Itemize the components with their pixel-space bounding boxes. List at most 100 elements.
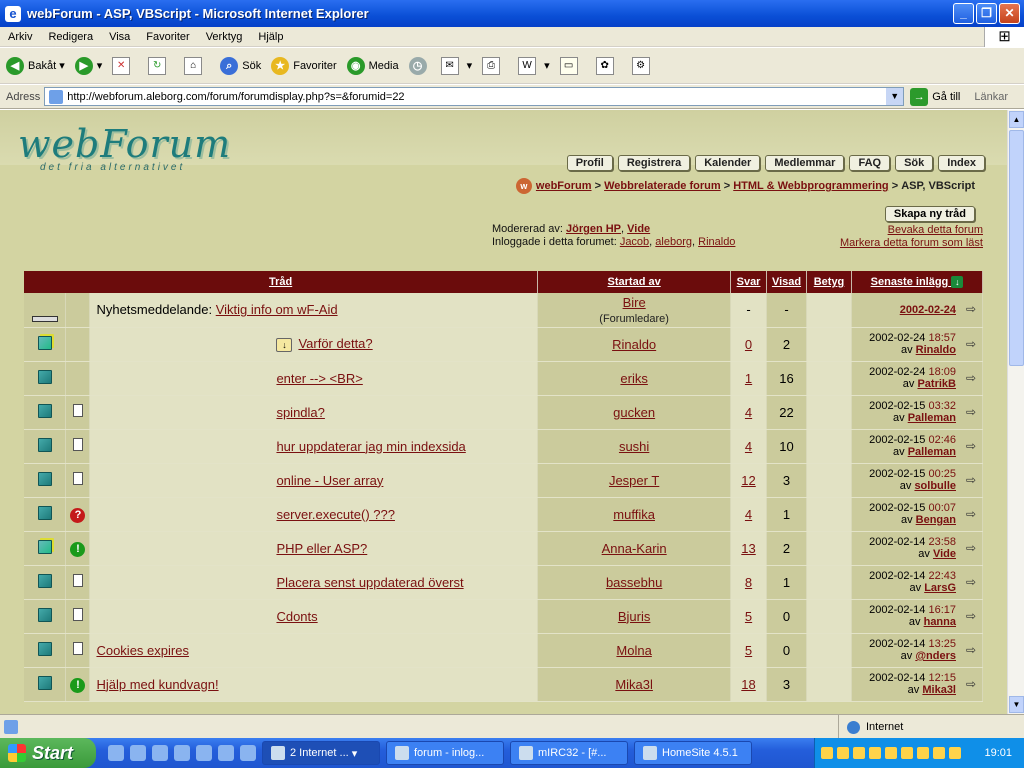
edit-button[interactable]: W ▾ xyxy=(518,56,550,75)
goto-last-icon[interactable]: ⇨ xyxy=(966,610,976,622)
task-mirc[interactable]: mIRC32 - [#... xyxy=(510,741,628,765)
tray-icon[interactable] xyxy=(917,747,929,759)
menu-redigera[interactable]: Redigera xyxy=(40,31,101,43)
header-thread[interactable]: Tråd xyxy=(24,271,539,293)
nav-index[interactable]: Index xyxy=(938,155,985,171)
header-started-by[interactable]: Startad av xyxy=(537,271,732,293)
thread-replies[interactable]: 4 xyxy=(745,439,752,454)
thread-author[interactable]: Jesper T xyxy=(609,473,659,488)
media-button[interactable]: ◉ Media xyxy=(346,56,399,75)
app3-quicklaunch-icon[interactable] xyxy=(218,745,234,761)
thread-replies[interactable]: 5 xyxy=(745,643,752,658)
thread-replies[interactable]: 0 xyxy=(745,337,752,352)
thread-author[interactable]: Anna-Karin xyxy=(602,541,667,556)
goto-last-icon[interactable]: ⇨ xyxy=(966,508,976,520)
thread-title[interactable]: Cdonts xyxy=(276,609,317,624)
nav-kalender[interactable]: Kalender xyxy=(695,155,761,171)
thread-author[interactable]: eriks xyxy=(620,371,647,386)
thread-author[interactable]: Rinaldo xyxy=(612,337,656,352)
minimize-button[interactable]: _ xyxy=(953,3,974,24)
last-post-author[interactable]: solbulle xyxy=(914,480,956,492)
goto-last-icon[interactable]: ⇨ xyxy=(966,440,976,452)
moderator-link[interactable]: Jörgen HP xyxy=(566,223,621,235)
app2-quicklaunch-icon[interactable] xyxy=(196,745,212,761)
moderator-link[interactable]: Vide xyxy=(627,223,650,235)
nav-faq[interactable]: FAQ xyxy=(849,155,891,171)
last-post-author[interactable]: LarsG xyxy=(924,582,956,594)
task-homesite[interactable]: HomeSite 4.5.1 xyxy=(634,741,752,765)
thread-replies[interactable]: 4 xyxy=(745,507,752,522)
tray-icon[interactable] xyxy=(885,747,897,759)
menu-verktyg[interactable]: Verktyg xyxy=(198,31,251,43)
online-user-link[interactable]: Jacob xyxy=(620,236,649,248)
last-post-author[interactable]: Vide xyxy=(933,548,956,560)
forward-button[interactable]: ▶ ▾ xyxy=(74,56,102,75)
app-quicklaunch-icon[interactable] xyxy=(174,745,190,761)
favorites-button[interactable]: ★ Favoriter xyxy=(271,56,337,75)
scroll-thumb[interactable] xyxy=(1009,130,1024,366)
last-post-author[interactable]: Palleman xyxy=(908,446,956,458)
last-post-author[interactable]: Bengan xyxy=(916,514,956,526)
new-thread-button[interactable]: Skapa ny tråd xyxy=(884,206,975,222)
thread-title[interactable]: server.execute() ??? xyxy=(276,507,395,522)
task-forum-login[interactable]: forum - inlog... xyxy=(386,741,504,765)
announcement-author[interactable]: Bire xyxy=(623,295,646,310)
goto-last-icon[interactable]: ⇨ xyxy=(966,644,976,656)
menu-favoriter[interactable]: Favoriter xyxy=(138,31,197,43)
menu-hjalp[interactable]: Hjälp xyxy=(250,31,291,43)
address-dropdown-icon[interactable]: ▼ xyxy=(886,88,904,105)
watch-forum-link[interactable]: Bevaka detta forum xyxy=(888,224,983,236)
mark-read-link[interactable]: Markera detta forum som läst xyxy=(840,237,983,249)
thread-author[interactable]: gucken xyxy=(613,405,655,420)
thread-replies[interactable]: 5 xyxy=(745,609,752,624)
thread-title[interactable]: spindla? xyxy=(276,405,324,420)
ie-quicklaunch-icon[interactable] xyxy=(108,745,124,761)
header-last-post[interactable]: Senaste inlägg ↓ xyxy=(851,271,983,293)
nav-sok[interactable]: Sök xyxy=(895,155,934,171)
goto-last-icon[interactable]: ⇨ xyxy=(966,474,976,486)
last-post-author[interactable]: Mika3l xyxy=(922,684,956,696)
home-button[interactable]: ⌂ xyxy=(184,56,210,75)
forum-logo[interactable]: webForum xyxy=(18,122,231,166)
last-post-author[interactable]: PatrikB xyxy=(917,378,956,390)
last-post-author[interactable]: Rinaldo xyxy=(916,344,956,356)
discuss-button[interactable]: ▭ xyxy=(559,56,586,75)
announcement-title[interactable]: Viktig info om wF-Aid xyxy=(216,302,338,317)
online-user-link[interactable]: Rinaldo xyxy=(698,236,735,248)
task-internet-explorer[interactable]: 2 Internet ... ▾ xyxy=(262,741,380,765)
header-replies[interactable]: Svar xyxy=(730,271,768,293)
goto-last-icon[interactable]: ⇨ xyxy=(966,303,976,315)
vertical-scrollbar[interactable]: ▲ ▼ xyxy=(1007,110,1024,714)
print-button[interactable]: ⎙ xyxy=(482,56,508,75)
thread-replies[interactable]: 18 xyxy=(741,677,755,692)
nav-registrera[interactable]: Registrera xyxy=(617,155,691,171)
mail-button[interactable]: ✉ ▾ xyxy=(440,56,472,75)
tray-icon[interactable] xyxy=(933,747,945,759)
menu-arkiv[interactable]: Arkiv xyxy=(0,31,40,43)
back-button[interactable]: ◀ Bakåt ▾ xyxy=(6,56,65,75)
scroll-up-icon[interactable]: ▲ xyxy=(1009,111,1024,128)
thread-title[interactable]: Cookies expires xyxy=(96,643,189,658)
start-button[interactable]: Start xyxy=(0,738,96,768)
thread-title[interactable]: enter --> <BR> xyxy=(276,371,362,386)
tool-button[interactable]: ⚙ xyxy=(631,56,658,75)
chrome-quicklaunch-icon[interactable] xyxy=(152,745,168,761)
maximize-button[interactable]: ❐ xyxy=(976,3,997,24)
goto-last-icon[interactable]: ⇨ xyxy=(966,338,976,350)
goto-last-icon[interactable]: ⇨ xyxy=(966,542,976,554)
breadcrumb-subforum[interactable]: HTML & Webbprogrammering xyxy=(733,180,888,192)
tray-icon[interactable] xyxy=(853,747,865,759)
menu-visa[interactable]: Visa xyxy=(101,31,138,43)
tray-icon[interactable] xyxy=(869,747,881,759)
history-button[interactable]: ◷ xyxy=(408,56,431,75)
tray-icon[interactable] xyxy=(949,747,961,759)
nav-medlemmar[interactable]: Medlemmar xyxy=(765,155,845,171)
thread-title[interactable]: Placera senst uppdaterad överst xyxy=(276,575,463,590)
header-views[interactable]: Visad xyxy=(766,271,808,293)
thread-title[interactable]: online - User array xyxy=(276,473,383,488)
online-user-link[interactable]: aleborg xyxy=(655,236,692,248)
thread-title[interactable]: Hjälp med kundvagn! xyxy=(96,677,218,692)
close-button[interactable]: ✕ xyxy=(999,3,1020,24)
tray-icon[interactable] xyxy=(821,747,833,759)
thread-author[interactable]: Bjuris xyxy=(618,609,651,624)
